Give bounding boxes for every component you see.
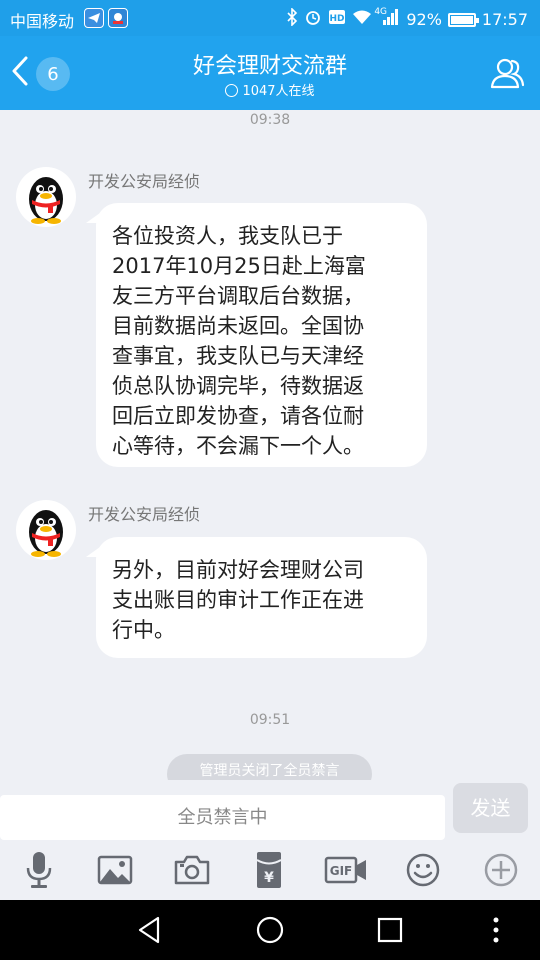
gif-icon: GIF — [324, 856, 366, 884]
message-bubble[interactable]: 另外，目前对好会理财公司 支出账目的审计工作正在进 行中。 — [86, 537, 427, 658]
group-members-button[interactable] — [488, 54, 526, 92]
qq-penguin-icon — [29, 177, 63, 224]
svg-text:¥: ¥ — [264, 870, 274, 886]
message-line: 另外，目前对好会理财公司 — [112, 558, 364, 582]
message-line: 友三方平台调取后台数据， — [112, 284, 364, 308]
system-notice: 管理员关闭了全员禁言 — [167, 754, 372, 780]
navigation-bar — [0, 900, 540, 960]
sender-avatar[interactable] — [16, 167, 76, 227]
message-line: 回后立即发协查，请各位耐 — [112, 404, 364, 428]
home-circle-icon — [256, 916, 284, 944]
telegram-notification-icon — [84, 8, 104, 28]
message-line: 查事宜，我支队已与天津经 — [112, 344, 364, 368]
camera-button[interactable] — [172, 850, 212, 890]
image-icon — [97, 855, 133, 885]
emoji-button[interactable] — [403, 850, 443, 890]
input-toolbar: ¥ GIF — [0, 840, 540, 900]
nav-more-button[interactable] — [480, 914, 512, 946]
network-type-label: 4G — [374, 7, 388, 17]
battery-icon — [447, 12, 479, 27]
online-chevron-icon — [225, 84, 239, 97]
qq-penguin-icon — [29, 510, 63, 557]
chat-area[interactable]: 09:38 开发公安局经侦 各位投资人，我支队已于 2017年10月25日赴上海… — [0, 110, 540, 780]
message-bubble[interactable]: 各位投资人，我支队已于 2017年10月25日赴上海富 友三方平台调取后台数据，… — [86, 203, 427, 467]
battery-percent: 92% — [406, 9, 442, 29]
hd-icon: HD — [328, 9, 346, 30]
gif-button[interactable]: GIF — [324, 850, 368, 890]
sender-avatar[interactable] — [16, 500, 76, 560]
voice-button[interactable] — [19, 850, 59, 890]
message-input[interactable]: 全员禁言中 — [0, 795, 445, 840]
sender-name: 开发公安局经侦 — [88, 505, 201, 524]
svg-text:GIF: GIF — [330, 864, 353, 878]
red-packet-icon: ¥ — [256, 852, 282, 888]
message-line: 支出账目的审计工作正在进 — [112, 588, 364, 612]
online-status: 1047人在线 — [0, 80, 540, 99]
status-time: 17:57 — [481, 9, 528, 29]
title-bar: 6 好会理财交流群 1047人在线 — [0, 36, 540, 110]
bubble-tail — [86, 547, 100, 557]
microphone-icon — [26, 852, 52, 888]
nav-home-button[interactable] — [254, 914, 286, 946]
online-count: 1047人在线 — [242, 84, 315, 99]
send-button[interactable]: 发送 — [453, 783, 528, 833]
message-line: 目前数据尚未返回。全国协 — [112, 314, 364, 338]
status-bar: 中国移动 HD 4G 92% 17:57 — [0, 0, 540, 36]
bluetooth-icon — [286, 7, 298, 31]
input-bar: 全员禁言中 发送 — [0, 780, 540, 840]
back-triangle-icon — [138, 916, 160, 944]
timestamp: 09:51 — [249, 712, 291, 728]
camera-icon — [174, 855, 210, 885]
group-members-icon — [490, 58, 525, 89]
app-notification-icon — [108, 8, 128, 28]
emoji-icon — [406, 853, 440, 887]
wifi-icon — [352, 9, 372, 30]
more-dots-icon — [493, 917, 499, 943]
timestamp: 09:38 — [249, 112, 291, 128]
recents-square-icon — [377, 917, 403, 943]
cellular-signal-icon: 4G — [374, 7, 400, 31]
plus-icon — [484, 853, 518, 887]
message-line: 2017年10月25日赴上海富 — [112, 254, 366, 278]
group-title: 好会理财交流群 — [192, 54, 347, 79]
bubble-tail — [86, 213, 100, 223]
battery-level — [450, 15, 473, 24]
message-line: 心等待，不会漏下一个人。 — [112, 434, 364, 458]
red-packet-button[interactable]: ¥ — [249, 850, 289, 890]
message-line: 行中。 — [112, 618, 175, 642]
alarm-icon — [304, 8, 322, 31]
nav-recents-button[interactable] — [374, 914, 406, 946]
sender-name: 开发公安局经侦 — [88, 172, 201, 191]
svg-text:HD: HD — [330, 14, 345, 24]
more-button[interactable] — [481, 850, 521, 890]
image-button[interactable] — [95, 850, 135, 890]
nav-back-button[interactable] — [134, 914, 166, 946]
carrier-name: 中国移动 — [10, 12, 75, 31]
message-line: 各位投资人，我支队已于 — [112, 224, 343, 248]
message-line: 侦总队协调完毕，待数据返 — [112, 374, 364, 398]
